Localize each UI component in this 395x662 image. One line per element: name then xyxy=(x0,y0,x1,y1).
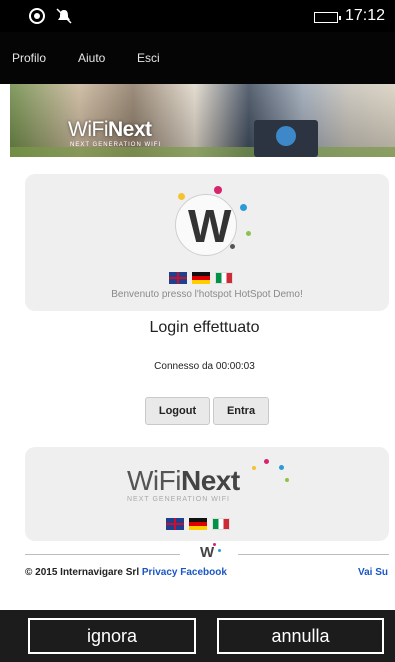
brand-dot-blue xyxy=(279,465,284,470)
footer-copyright: © 2015 Internavigare Srl Privacy Faceboo… xyxy=(25,567,227,578)
brand-dot-magenta xyxy=(264,459,269,464)
banner-grass xyxy=(10,147,395,157)
language-flags xyxy=(169,272,233,284)
battery-icon xyxy=(314,12,341,23)
banner-tagline: NEXT GENERATION WIFI xyxy=(70,142,162,148)
app-bar: ignora annulla xyxy=(0,610,395,662)
logout-button[interactable]: Logout xyxy=(145,397,210,425)
wifinext-tagline: NEXT GENERATION WIFI xyxy=(127,496,230,503)
flag-uk-icon[interactable] xyxy=(169,272,187,284)
flag-it-icon[interactable] xyxy=(215,272,233,284)
nav-profile-link[interactable]: Profilo xyxy=(12,51,46,65)
language-flags-bottom xyxy=(166,518,230,530)
logo-dot-gray xyxy=(230,244,235,249)
footer-divider-left xyxy=(25,554,180,555)
brand-dot-green xyxy=(285,478,289,482)
login-status-title: Login effettuato xyxy=(149,319,260,336)
top-nav: Profilo Aiuto Esci xyxy=(0,32,395,84)
logo-dot-green xyxy=(246,231,251,236)
footer-divider-right xyxy=(238,554,389,555)
mini-w-logo-icon: W xyxy=(200,544,215,561)
cancel-button[interactable]: annulla xyxy=(217,618,384,654)
logo-dot-blue xyxy=(240,204,247,211)
clock: 17:12 xyxy=(344,7,385,24)
facebook-link[interactable]: Facebook xyxy=(180,567,227,578)
mini-dot-magenta xyxy=(213,543,216,546)
back-to-top-link[interactable]: Vai Su xyxy=(358,567,388,578)
flag-de-icon[interactable] xyxy=(192,272,210,284)
nav-logout-link[interactable]: Esci xyxy=(137,51,160,65)
ignore-button[interactable]: ignora xyxy=(28,618,196,654)
wifinext-logo: WiFiNext xyxy=(127,465,240,496)
logo-dot-magenta xyxy=(214,186,222,194)
laptop-lock-graphic xyxy=(254,120,318,157)
nav-help-link[interactable]: Aiuto xyxy=(78,51,105,65)
brand-dot-yellow xyxy=(252,466,256,470)
notification-off-icon xyxy=(56,8,72,24)
mini-dot-blue xyxy=(218,549,221,552)
privacy-link[interactable]: Privacy xyxy=(142,567,178,578)
wifinext-w-logo-icon: W xyxy=(175,194,237,256)
welcome-text: Benvenuto presso l'hotspot HotSpot Demo! xyxy=(111,289,303,300)
banner-logo: WiFiNext xyxy=(68,118,152,141)
enter-button[interactable]: Entra xyxy=(213,397,269,425)
network-icon xyxy=(29,8,45,24)
connection-duration: Connesso da 00:00:03 xyxy=(154,361,255,372)
logo-dot-yellow xyxy=(178,193,185,200)
status-bar: 17:12 xyxy=(0,0,395,32)
flag-de-icon[interactable] xyxy=(189,518,207,530)
flag-it-icon[interactable] xyxy=(212,518,230,530)
lock-icon xyxy=(276,126,296,146)
header-banner: WiFiNext NEXT GENERATION WIFI xyxy=(10,84,395,157)
flag-uk-icon[interactable] xyxy=(166,518,184,530)
